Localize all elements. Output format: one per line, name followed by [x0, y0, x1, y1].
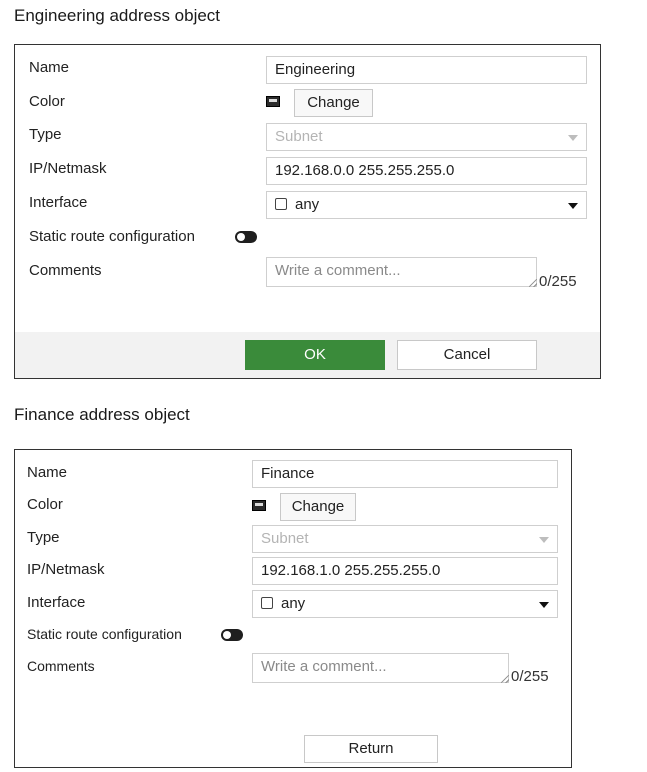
interface-value: any	[281, 595, 306, 612]
engineering-dialog: Name Engineering Color Change Type Subne…	[14, 44, 601, 379]
comments-textarea[interactable]: Write a comment...	[266, 257, 537, 287]
ip-netmask-label: IP/Netmask	[27, 561, 105, 578]
resize-handle-icon[interactable]	[501, 675, 509, 683]
ok-button[interactable]: OK	[245, 340, 385, 370]
type-select: Subnet	[266, 123, 587, 151]
chevron-down-icon	[539, 602, 549, 608]
ip-netmask-label: IP/Netmask	[29, 160, 107, 177]
resize-handle-icon[interactable]	[529, 279, 537, 287]
chevron-down-icon	[568, 203, 578, 209]
interface-value: any	[295, 196, 320, 213]
engineering-section-title: Engineering address object	[14, 6, 221, 25]
color-label: Color	[27, 496, 63, 513]
comments-label: Comments	[29, 262, 102, 279]
static-route-toggle-icon[interactable]	[235, 231, 257, 243]
type-value: Subnet	[261, 530, 309, 547]
ip-netmask-input[interactable]: 192.168.0.0 255.255.255.0	[266, 157, 587, 185]
comments-label: Comments	[27, 658, 95, 674]
interface-select[interactable]: any	[266, 191, 587, 219]
checkbox-icon	[275, 198, 287, 211]
cancel-button[interactable]: Cancel	[397, 340, 537, 370]
finance-section-title: Finance address object	[14, 405, 190, 424]
color-change-button[interactable]: Change	[294, 89, 373, 117]
engineering-footer: OK Cancel	[15, 332, 600, 378]
interface-select[interactable]: any	[252, 590, 558, 618]
type-select: Subnet	[252, 525, 558, 553]
checkbox-icon	[261, 597, 273, 610]
color-swatch-icon	[266, 96, 280, 107]
chevron-down-icon	[539, 537, 549, 543]
return-button[interactable]: Return	[304, 735, 438, 763]
name-label: Name	[27, 464, 68, 481]
finance-dialog: Name Finance Color Change Type Subnet IP…	[14, 449, 572, 768]
comment-counter: 0/255	[539, 273, 577, 290]
name-input[interactable]: Engineering	[266, 56, 587, 84]
name-input[interactable]: Finance	[252, 460, 558, 488]
color-swatch-icon	[252, 500, 266, 511]
ip-netmask-input[interactable]: 192.168.1.0 255.255.255.0	[252, 557, 558, 585]
interface-label: Interface	[29, 194, 88, 211]
color-change-button[interactable]: Change	[280, 493, 356, 521]
chevron-down-icon	[568, 135, 578, 141]
type-label: Type	[29, 126, 62, 143]
type-label: Type	[27, 529, 60, 546]
static-route-label: Static route configuration	[27, 626, 182, 642]
comments-textarea[interactable]: Write a comment...	[252, 653, 509, 683]
type-value: Subnet	[275, 128, 323, 145]
comment-counter: 0/255	[511, 668, 549, 685]
name-label: Name	[29, 59, 70, 76]
color-label: Color	[29, 93, 65, 110]
interface-label: Interface	[27, 594, 86, 611]
static-route-toggle-icon[interactable]	[221, 629, 243, 641]
static-route-label: Static route configuration	[29, 228, 195, 245]
